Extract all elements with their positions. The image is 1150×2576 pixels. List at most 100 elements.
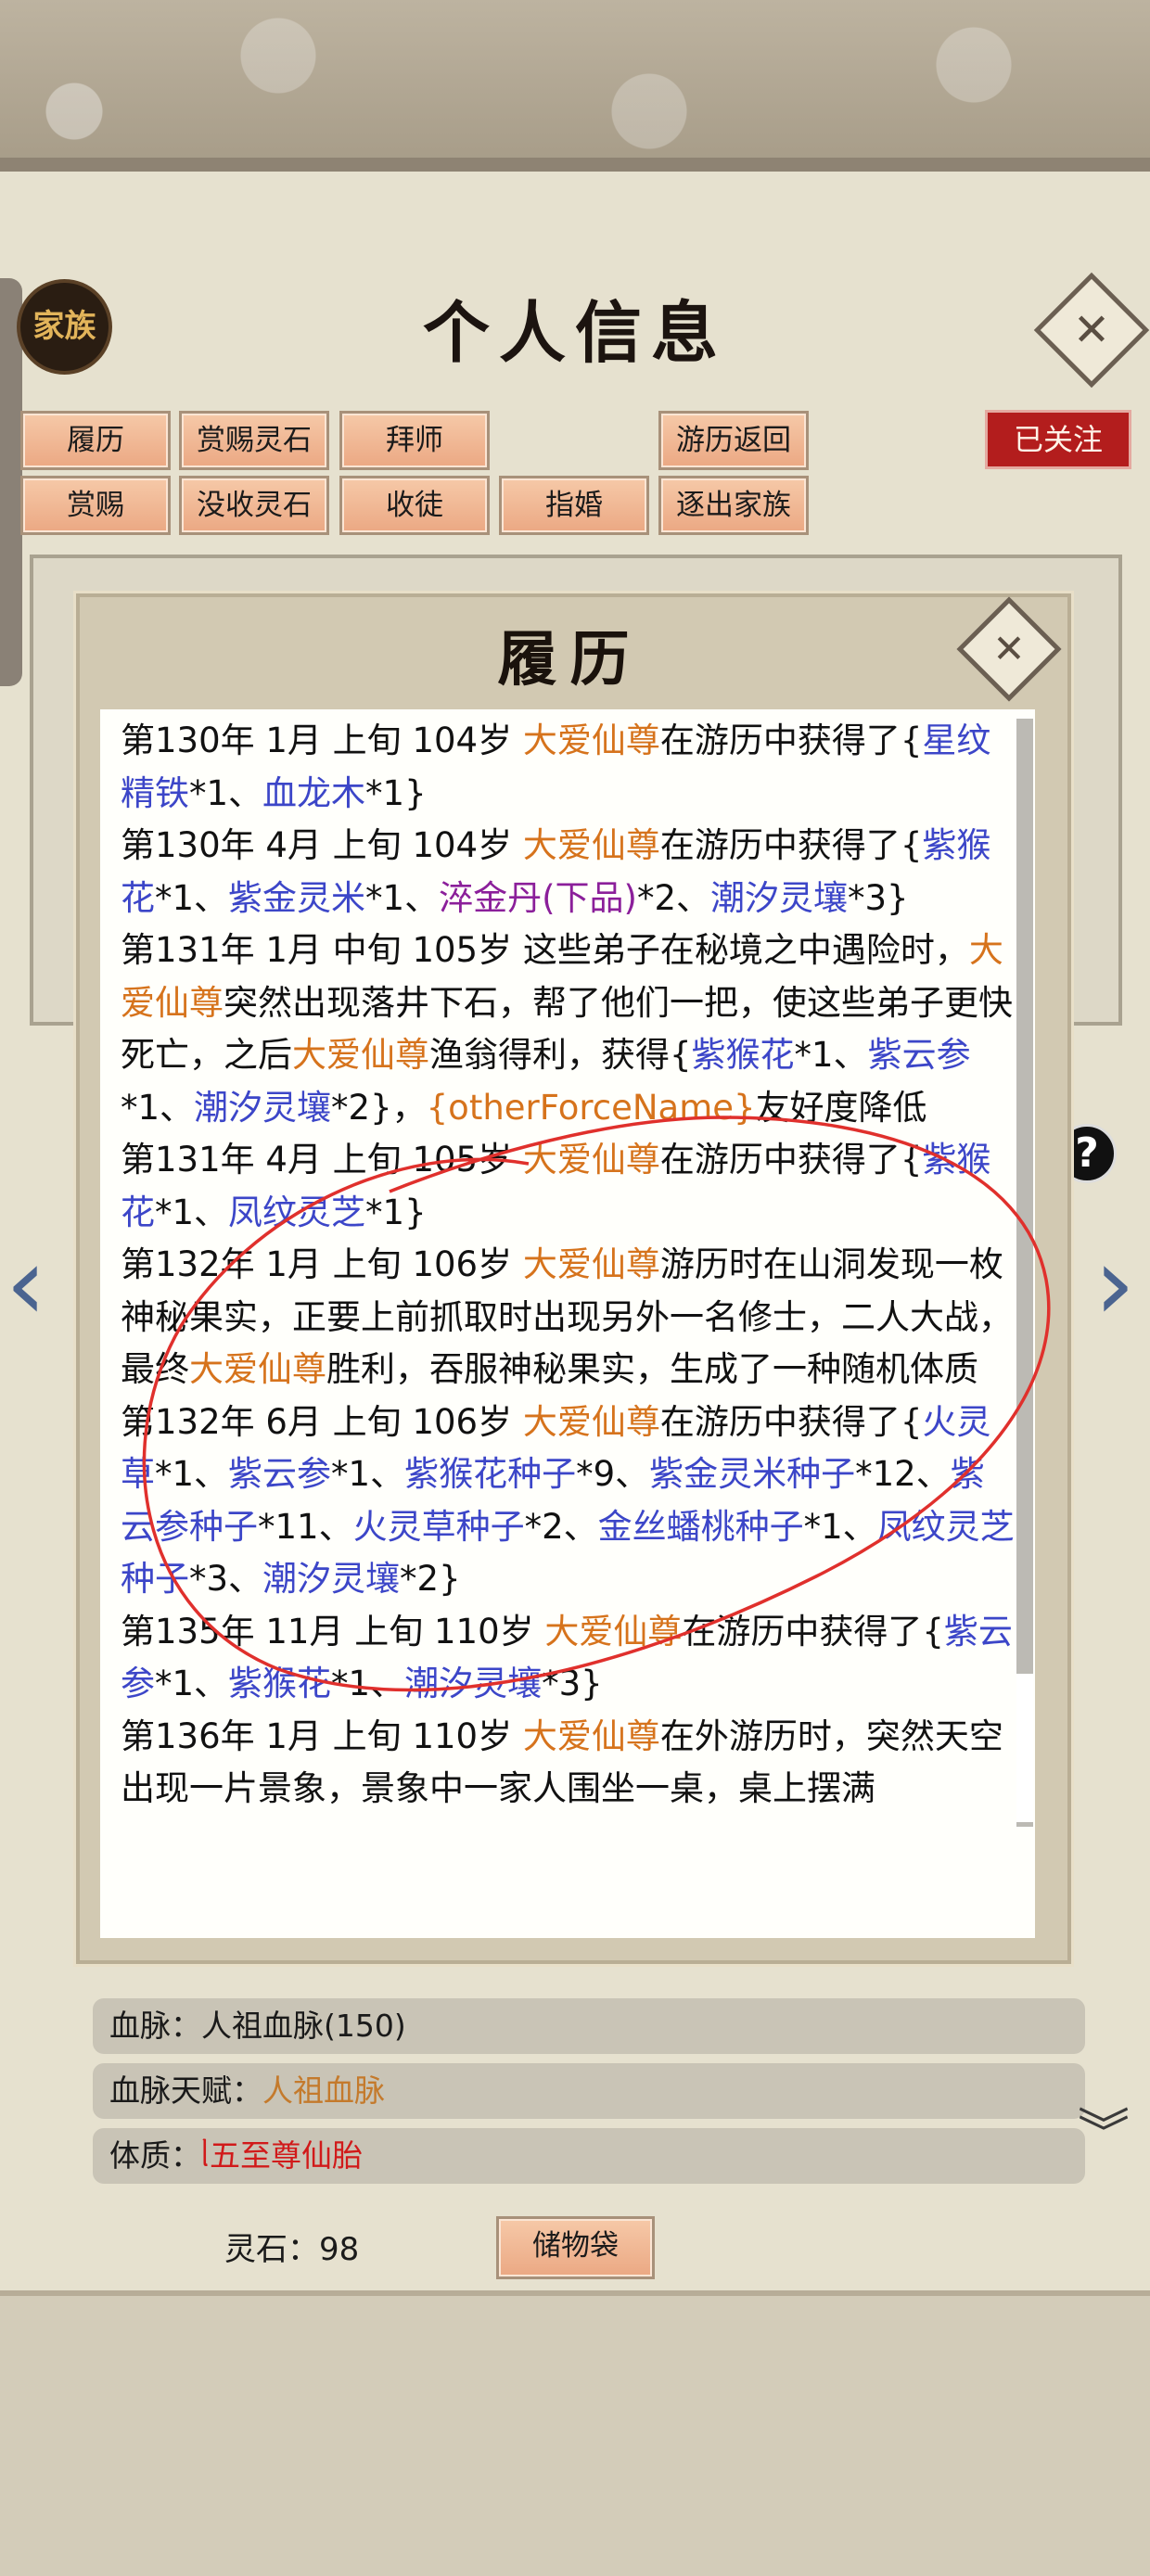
scrollbar-thumb[interactable] bbox=[1016, 1674, 1033, 1822]
physique-label: 体质： bbox=[109, 2137, 201, 2174]
history-entry: 第131年 1月 中旬 105岁 这些弟子在秘境之中遇险时，大爱仙尊突然出现落井… bbox=[121, 925, 1015, 1134]
modal-title: 履历 bbox=[497, 625, 643, 695]
entry-item-text: 潮汐灵壤 bbox=[710, 877, 849, 918]
expand-down-icon[interactable]: ︾ bbox=[1078, 2109, 1130, 2161]
entry-item-text: 凤纹灵芝 bbox=[228, 1192, 366, 1232]
entry-item-text: 紫猴花 bbox=[691, 1035, 795, 1075]
confiscate-stone-button[interactable]: 没收灵石 bbox=[179, 476, 329, 535]
entry-item-text: 血龙木 bbox=[262, 772, 366, 813]
entry-text: 在游历中获得了{ bbox=[682, 1611, 944, 1651]
return-button[interactable]: 游历返回 bbox=[658, 411, 809, 470]
bloodline-label: 血脉： bbox=[109, 2008, 201, 2044]
apprentice-button[interactable]: 拜师 bbox=[339, 411, 490, 470]
entry-item-text: 潮汐灵壤 bbox=[194, 1087, 332, 1128]
entry-text: 第132年 6月 上旬 106岁 bbox=[121, 1401, 523, 1442]
right-arrow-icon[interactable]: › bbox=[1094, 1224, 1135, 1343]
entry-text: *1、 bbox=[155, 877, 229, 918]
entry-item-text: 紫猴花种子 bbox=[404, 1454, 577, 1494]
close-icon: ✕ bbox=[992, 626, 1026, 671]
expel-button[interactable]: 逐出家族 bbox=[658, 476, 809, 535]
entry-item-text: 潮汐灵壤 bbox=[262, 1559, 401, 1599]
entry-item-text: 紫云参 bbox=[228, 1454, 332, 1494]
entry-text: 友好度降低 bbox=[755, 1087, 927, 1128]
bloodline-value: 人祖血脉(150) bbox=[201, 2008, 406, 2044]
talent-row: 血脉天赋：人祖血脉 bbox=[93, 2063, 1085, 2119]
physique-value: ᥣ五至尊仙胎 bbox=[201, 2137, 363, 2174]
entry-text: *1、 bbox=[121, 1087, 195, 1128]
entry-text: 在游历中获得了{ bbox=[659, 825, 923, 865]
entry-text: 第132年 1月 上旬 106岁 bbox=[121, 1244, 523, 1284]
entry-text: *3} bbox=[542, 1664, 603, 1703]
entry-text: 第136年 1月 上旬 110岁 bbox=[121, 1715, 523, 1756]
entry-name-text: 大爱仙尊 bbox=[522, 1401, 660, 1442]
entry-name-text: 大爱仙尊 bbox=[522, 1140, 660, 1180]
history-entry: 第136年 1月 上旬 110岁 大爱仙尊在外游历时，突然天空出现一片景象，景象… bbox=[121, 1711, 1015, 1816]
bottom-area bbox=[0, 2290, 1150, 2576]
storage-bag-button[interactable]: 储物袋 bbox=[496, 2216, 655, 2279]
entry-text: *1} bbox=[365, 1192, 427, 1232]
entry-text: *1、 bbox=[155, 1192, 229, 1232]
physique-row: 体质：ᥣ五至尊仙胎 bbox=[93, 2128, 1085, 2184]
history-button[interactable]: 履历 bbox=[20, 411, 171, 470]
entry-text: 渔翁得利，获得{ bbox=[429, 1035, 692, 1075]
take-disciple-button[interactable]: 收徒 bbox=[339, 476, 490, 535]
entry-text: *3} bbox=[848, 877, 909, 918]
entry-text: *1、 bbox=[155, 1454, 229, 1494]
entry-name-text: 大爱仙尊 bbox=[522, 721, 660, 760]
entry-text: *1} bbox=[365, 772, 427, 813]
close-icon: ✕ bbox=[1072, 304, 1111, 356]
entry-text: *9、 bbox=[576, 1454, 650, 1494]
entry-text: 第131年 4月 上旬 105岁 bbox=[121, 1140, 523, 1180]
bloodline-row: 血脉：人祖血脉(150) bbox=[93, 1998, 1085, 2054]
entry-text: 第130年 4月 上旬 104岁 bbox=[121, 825, 523, 865]
entry-text: *1、 bbox=[365, 877, 440, 918]
entry-text: *1、 bbox=[155, 1664, 229, 1703]
entry-text: *1、 bbox=[331, 1454, 405, 1494]
history-entry: 第135年 11月 上旬 110岁 大爱仙尊在游历中获得了{紫云参*1、紫猴花*… bbox=[121, 1606, 1015, 1711]
history-list[interactable]: 第130年 1月 上旬 104岁 大爱仙尊在游历中获得了{星纹精铁*1、血龙木*… bbox=[100, 709, 1035, 1938]
marriage-button[interactable]: 指婚 bbox=[499, 476, 649, 535]
entry-item-text: 紫云参 bbox=[867, 1035, 971, 1075]
entry-text: 第131年 1月 中旬 105岁 这些弟子在秘境之中遇险时， bbox=[121, 930, 969, 970]
entry-text: *1、 bbox=[803, 1506, 877, 1547]
reward-stone-button[interactable]: 赏赐灵石 bbox=[179, 411, 329, 470]
entry-item-text: 淬金丹(下品) bbox=[439, 877, 637, 918]
background-clouds bbox=[0, 0, 1150, 167]
entry-name-text: 大爱仙尊 bbox=[292, 1035, 429, 1075]
history-entry: 第132年 6月 上旬 106岁 大爱仙尊在游历中获得了{火灵草*1、紫云参*1… bbox=[121, 1396, 1015, 1606]
entry-item-text: 潮汐灵壤 bbox=[404, 1664, 543, 1703]
page-title: 个人信息 bbox=[422, 293, 727, 372]
entry-name-text: 大爱仙尊 bbox=[544, 1611, 683, 1651]
scrollbar-track[interactable] bbox=[1016, 719, 1033, 1827]
entry-name-text: 大爱仙尊 bbox=[189, 1349, 326, 1389]
history-entry: 第130年 1月 上旬 104岁 大爱仙尊在游历中获得了{星纹精铁*1、血龙木*… bbox=[121, 715, 1015, 820]
history-entry: 第131年 4月 上旬 105岁 大爱仙尊在游历中获得了{紫猴花*1、凤纹灵芝*… bbox=[121, 1134, 1015, 1239]
entry-text: *11、 bbox=[258, 1506, 353, 1547]
talent-label: 血脉天赋： bbox=[109, 2072, 262, 2109]
entry-item-text: 紫金灵米 bbox=[228, 877, 366, 918]
talent-value: 人祖血脉 bbox=[262, 2072, 385, 2109]
spirit-stone-count: 灵石：98 bbox=[224, 2231, 360, 2268]
history-entries: 第130年 1月 上旬 104岁 大爱仙尊在游历中获得了{星纹精铁*1、血龙木*… bbox=[100, 709, 1035, 1816]
follow-badge[interactable]: 已关注 bbox=[985, 410, 1131, 469]
history-entry: 第130年 4月 上旬 104岁 大爱仙尊在游历中获得了{紫猴花*1、紫金灵米*… bbox=[121, 820, 1015, 925]
entry-text: *2}， bbox=[331, 1087, 427, 1128]
entry-name-text: 大爱仙尊 bbox=[522, 825, 660, 865]
entry-name-text: 大爱仙尊 bbox=[522, 1244, 660, 1284]
history-entry: 第132年 1月 上旬 106岁 大爱仙尊游历时在山洞发现一枚神秘果实，正要上前… bbox=[121, 1239, 1015, 1396]
entry-text: 在游历中获得了{ bbox=[659, 721, 923, 760]
entry-name-text: {otherForceName} bbox=[426, 1087, 756, 1128]
entry-text: *1、 bbox=[794, 1035, 868, 1075]
entry-text: *2、 bbox=[636, 877, 711, 918]
entry-name-text: 大爱仙尊 bbox=[522, 1715, 660, 1756]
entry-item-text: 金丝蟠桃种子 bbox=[597, 1506, 804, 1547]
entry-item-text: 紫猴花 bbox=[228, 1664, 332, 1703]
entry-item-text: 紫金灵米种子 bbox=[649, 1454, 856, 1494]
entry-text: *12、 bbox=[855, 1454, 951, 1494]
entry-text: *2} bbox=[400, 1559, 461, 1599]
left-arrow-icon[interactable]: ‹ bbox=[6, 1224, 46, 1343]
entry-text: 第135年 11月 上旬 110岁 bbox=[121, 1611, 545, 1651]
reward-button[interactable]: 赏赐 bbox=[20, 476, 171, 535]
entry-text: *1、 bbox=[331, 1664, 405, 1703]
entry-text: *3、 bbox=[189, 1559, 263, 1599]
